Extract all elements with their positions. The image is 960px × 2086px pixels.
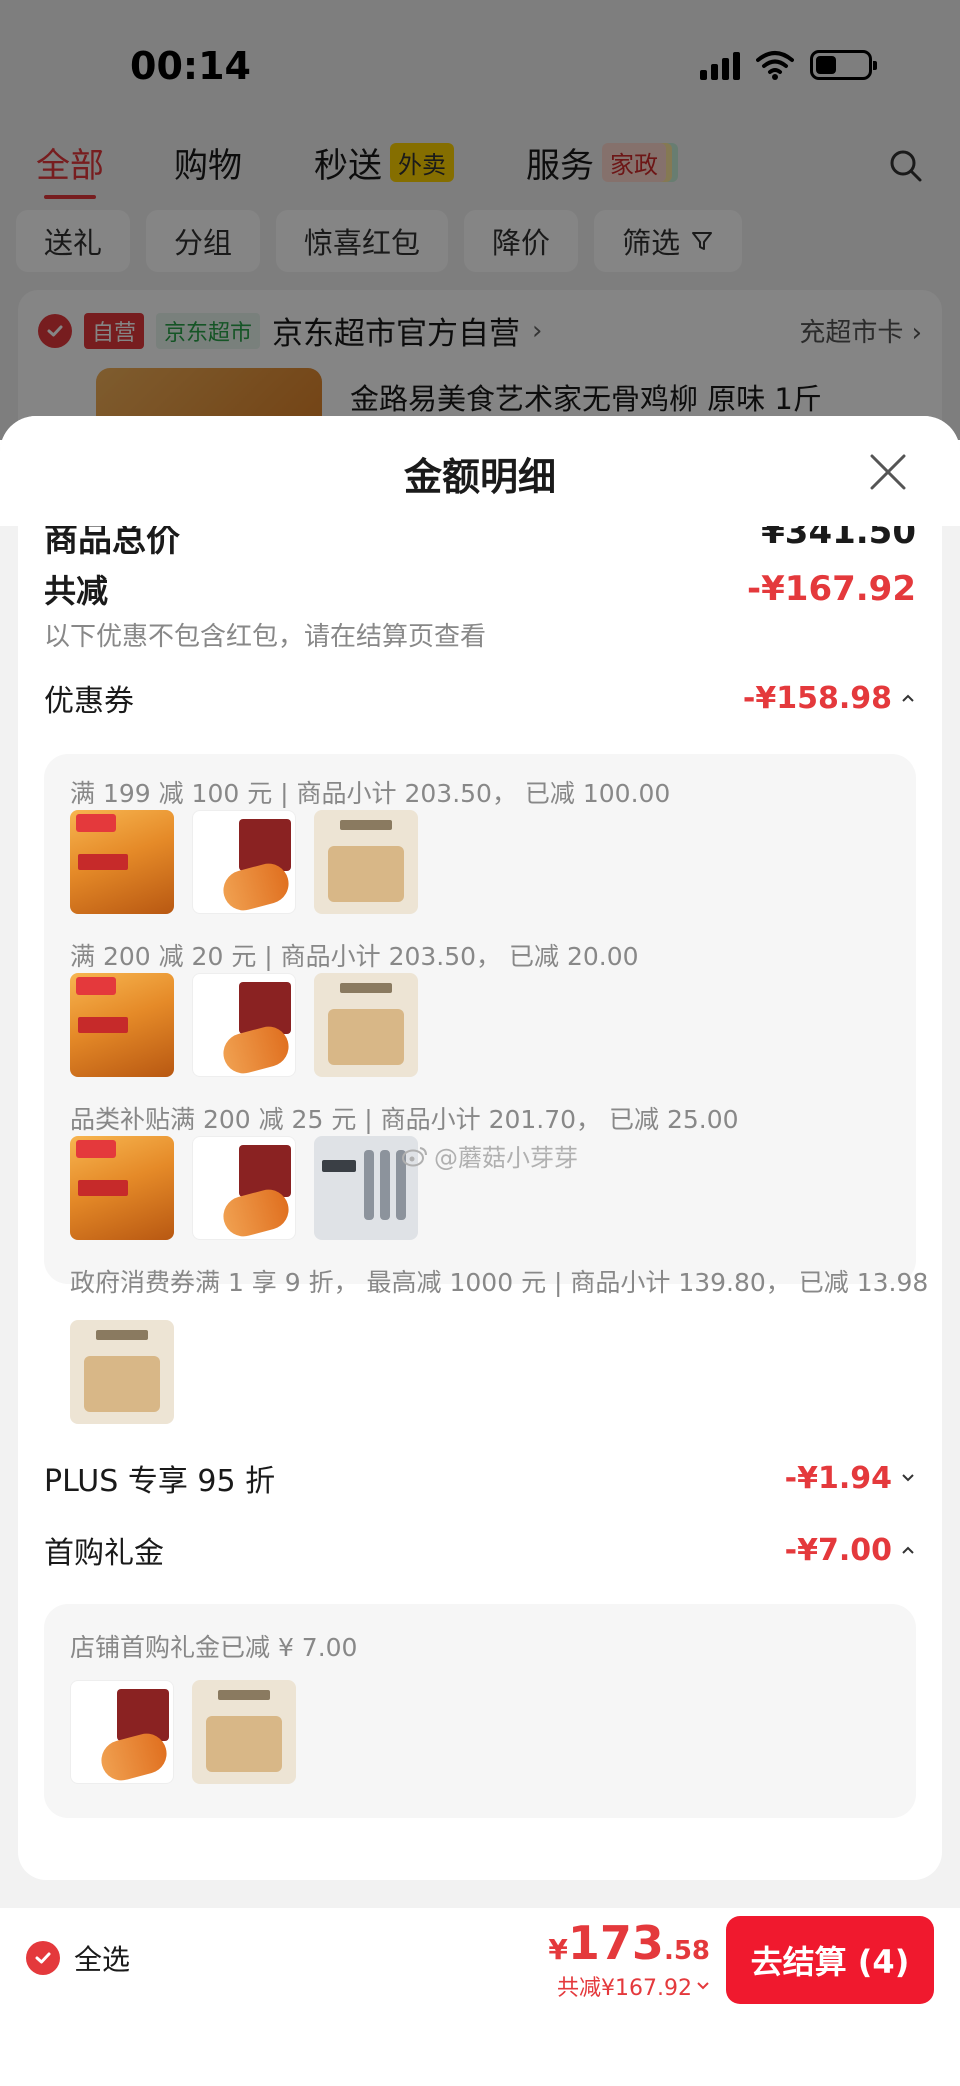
coupon-deal-products: [70, 1136, 418, 1240]
product-thumb-nuts-box[interactable]: [314, 973, 418, 1077]
product-thumb-sichuan-chicken[interactable]: [192, 810, 296, 914]
close-icon[interactable]: [868, 452, 908, 492]
checkout-button[interactable]: 去结算 (4): [726, 1916, 934, 2004]
total-price[interactable]: ¥173.58 共减¥167.92: [548, 1916, 710, 2002]
subtotal-row: 商品总价 ¥341.50: [44, 526, 916, 560]
total-reduction-summary[interactable]: 共减¥167.92: [548, 1970, 710, 2002]
coupon-deal-line: 政府消费券满 1 享 9 折， 最高减 1000 元 | 商品小计 139.80…: [70, 1268, 929, 1297]
sheet-title: 金额明细: [403, 455, 556, 499]
first-gift-detail-text: 店铺首购礼金已减 ¥ 7.00: [70, 1633, 358, 1662]
cart-page-background: 00:14 全部 购物 秒送 外卖 服务 家政 送礼 分组 惊喜红包 降价 筛选…: [0, 0, 960, 490]
total-reduction-label: 共减: [44, 572, 109, 610]
product-thumb-chicken-strips[interactable]: [70, 973, 174, 1077]
select-all-check-icon[interactable]: [26, 1941, 60, 1975]
plus-discount-amount: -¥1.94: [785, 1461, 916, 1496]
first-gift-label: 首购礼金: [44, 1536, 164, 1571]
checkout-bar: 全选 ¥173.58 共减¥167.92 去结算 (4): [0, 1908, 960, 2086]
modal-overlay[interactable]: [0, 0, 960, 440]
coupon-detail-box-tail: [44, 1284, 916, 1424]
subtotal-amount: ¥341.50: [761, 526, 916, 552]
product-thumb-nuts-box[interactable]: [70, 1320, 174, 1424]
weibo-icon: [402, 1146, 427, 1166]
first-gift-amount: -¥7.00: [785, 1533, 916, 1568]
first-gift-products: [70, 1680, 296, 1784]
coupon-label: 优惠券: [44, 684, 134, 719]
chevron-down-icon: [902, 1474, 914, 1482]
product-thumb-chicken-strips[interactable]: [70, 810, 174, 914]
coupon-deal-line: 品类补贴满 200 减 25 元 | 商品小计 201.70， 已减 25.00: [70, 1105, 739, 1134]
total-reduction-row: 共减 -¥167.92: [44, 566, 916, 612]
total-reduction-amount: -¥167.92: [747, 569, 916, 609]
coupon-deal-products: [70, 973, 418, 1077]
product-thumb-chicken-strips[interactable]: [70, 1136, 174, 1240]
coupon-deal-line: 满 200 减 20 元 | 商品小计 203.50， 已减 20.00: [70, 942, 639, 971]
coupon-deal-products: [70, 1320, 174, 1424]
chevron-up-icon: [902, 694, 914, 702]
plus-discount-row[interactable]: PLUS 专享 95 折 -¥1.94: [44, 1456, 916, 1500]
first-gift-row[interactable]: 首购礼金 -¥7.00: [44, 1528, 916, 1572]
coupon-row[interactable]: 优惠券 -¥158.98: [44, 676, 916, 720]
coupon-amount: -¥158.98: [743, 681, 916, 716]
plus-discount-label: PLUS 专享 95 折: [44, 1464, 276, 1499]
sheet-header: 金额明细: [0, 416, 960, 526]
product-thumb-sichuan-chicken[interactable]: [70, 1680, 174, 1784]
chevron-up-icon: [902, 1546, 914, 1554]
total-price-value: ¥173.58: [548, 1916, 710, 1970]
discount-note: 以下优惠不包含红包，请在结算页查看: [44, 622, 487, 652]
chevron-down-icon: [697, 1982, 709, 1990]
amount-detail-sheet: 金额明细 商品总价 ¥341.50 共减 -¥167.92 以下优惠不包含红包，…: [0, 416, 960, 2086]
watermark: @蘑菇小芽芽: [402, 1138, 578, 1173]
product-thumb-sichuan-chicken[interactable]: [192, 1136, 296, 1240]
coupon-deal-products: [70, 810, 418, 914]
subtotal-label: 商品总价: [44, 526, 180, 560]
product-thumb-sichuan-chicken[interactable]: [192, 973, 296, 1077]
coupon-detail-box: 满 199 减 100 元 | 商品小计 203.50， 已减 100.00 满…: [44, 754, 928, 1297]
product-thumb-nuts-box[interactable]: [192, 1680, 296, 1784]
detail-panel: 商品总价 ¥341.50 共减 -¥167.92 以下优惠不包含红包，请在结算页…: [18, 526, 942, 1880]
select-all[interactable]: 全选: [26, 1938, 130, 1978]
product-thumb-nuts-box[interactable]: [314, 810, 418, 914]
first-gift-detail-box: 店铺首购礼金已减 ¥ 7.00: [44, 1604, 916, 1818]
select-all-label: 全选: [74, 1943, 131, 1976]
coupon-deal-line: 满 199 减 100 元 | 商品小计 203.50， 已减 100.00: [70, 779, 671, 808]
